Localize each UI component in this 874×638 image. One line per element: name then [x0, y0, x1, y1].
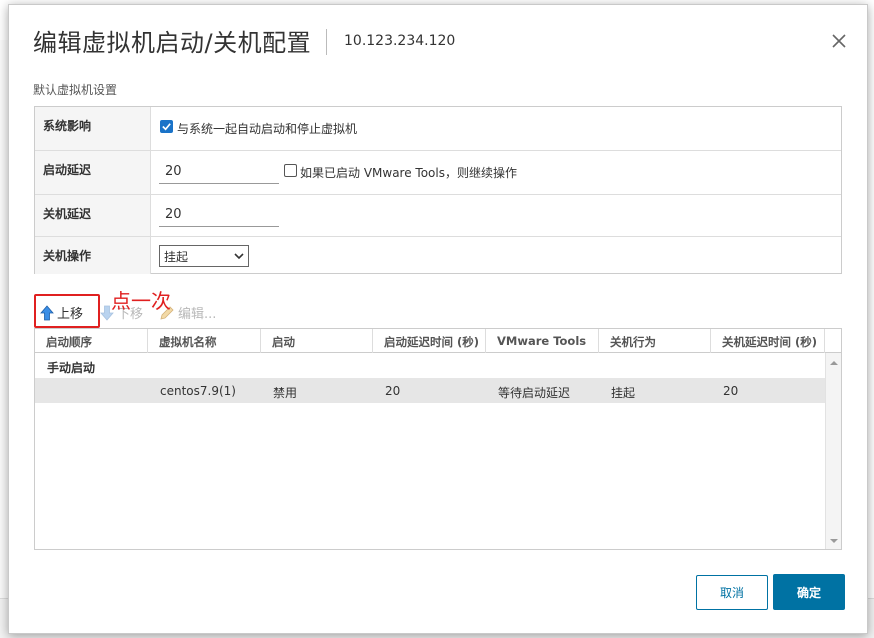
- stop-delay-row: 关机延迟: [35, 195, 841, 237]
- column-header-vm-name[interactable]: 虚拟机名称: [148, 329, 261, 353]
- column-header-startup[interactable]: 启动: [261, 329, 373, 353]
- scroll-down-icon[interactable]: [830, 537, 838, 545]
- stop-delay-input[interactable]: [159, 203, 279, 227]
- grid-scrollbar[interactable]: [825, 353, 841, 549]
- grid-header: 启动顺序 虚拟机名称 启动 启动延迟时间 (秒) VMware Tools 关机…: [35, 329, 841, 353]
- ok-button[interactable]: 确定: [773, 574, 845, 610]
- edit-startup-shutdown-dialog: 编辑虚拟机启动/关机配置 10.123.234.120 默认虚拟机设置 系统影响…: [8, 4, 868, 634]
- system-effect-label: 系统影响: [35, 107, 151, 150]
- continue-if-vmware-tools-checkbox[interactable]: [284, 164, 297, 177]
- default-settings-table: 系统影响 与系统一起自动启动和停止虚拟机 启动延迟 如果已启动 VMware T…: [34, 106, 842, 274]
- column-header-start-delay[interactable]: 启动延迟时间 (秒): [373, 329, 486, 353]
- column-header-shutdown-action[interactable]: 关机行为: [599, 329, 711, 353]
- close-button[interactable]: [829, 31, 849, 51]
- scroll-up-icon[interactable]: [830, 359, 838, 367]
- continue-if-vmware-tools-label: 如果已启动 VMware Tools，则继续操作: [300, 166, 517, 180]
- table-row[interactable]: centos7.9(1) 禁用 20 等待启动延迟 挂起 20: [35, 379, 825, 403]
- stop-action-select[interactable]: 挂起: [159, 245, 249, 267]
- vm-startup-grid: 启动顺序 虚拟机名称 启动 启动延迟时间 (秒) VMware Tools 关机…: [34, 328, 842, 550]
- cell-startup: 禁用: [273, 386, 298, 400]
- group-row-manual-start[interactable]: 手动启动: [35, 353, 825, 379]
- cell-shutdown-action: 挂起: [611, 386, 636, 400]
- column-header-startup-order[interactable]: 启动顺序: [35, 329, 148, 353]
- annotation-text: 点一次: [111, 289, 171, 313]
- stop-delay-label: 关机延迟: [35, 195, 151, 236]
- host-address: 10.123.234.120: [344, 33, 456, 49]
- column-header-shutdown-delay[interactable]: 关机延迟时间 (秒): [711, 329, 825, 353]
- column-header-vmware-tools[interactable]: VMware Tools: [486, 329, 599, 353]
- start-delay-label: 启动延迟: [35, 151, 151, 194]
- cancel-button[interactable]: 取消: [696, 575, 768, 610]
- cell-shutdown-delay: 20: [723, 384, 739, 398]
- dialog-title: 编辑虚拟机启动/关机配置: [33, 29, 312, 57]
- annotation-highlight-box: [34, 294, 100, 328]
- auto-start-checkbox[interactable]: [160, 120, 173, 133]
- auto-start-checkbox-label: 与系统一起自动启动和停止虚拟机: [177, 122, 358, 136]
- cell-startup-order: [35, 379, 47, 403]
- start-delay-input[interactable]: [159, 160, 279, 184]
- cell-start-delay: 20: [385, 384, 401, 398]
- stop-action-row: 关机操作 挂起: [35, 237, 841, 274]
- stop-action-label: 关机操作: [35, 237, 151, 274]
- cell-vmware-tools: 等待启动延迟: [498, 386, 571, 400]
- checkmark-icon: [162, 123, 171, 131]
- edit-label: 编辑...: [178, 307, 217, 322]
- cell-vm-name: centos7.9(1): [160, 384, 236, 398]
- chevron-down-icon: [234, 253, 244, 260]
- title-divider: [326, 29, 327, 55]
- system-effect-row: 系统影响 与系统一起自动启动和停止虚拟机: [35, 107, 841, 151]
- start-delay-row: 启动延迟 如果已启动 VMware Tools，则继续操作: [35, 151, 841, 195]
- close-icon: [832, 34, 846, 48]
- default-settings-label: 默认虚拟机设置: [33, 83, 118, 97]
- stop-action-selected: 挂起: [164, 250, 189, 264]
